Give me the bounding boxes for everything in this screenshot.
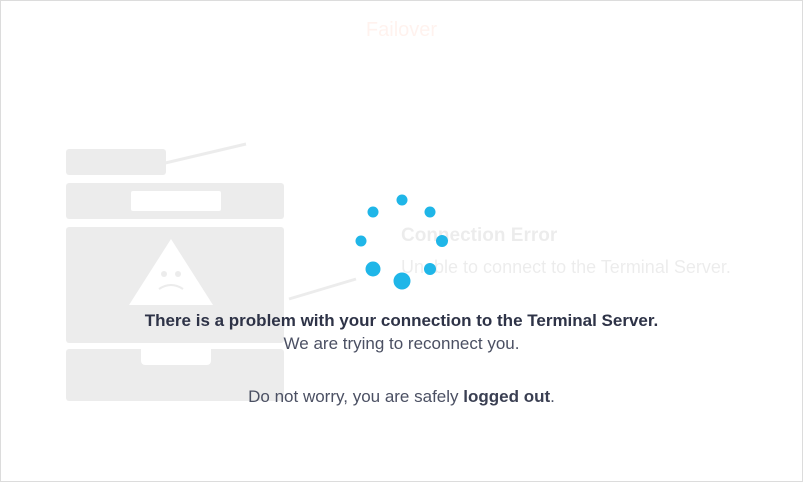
spinner-dot [367, 206, 379, 218]
spinner-dot [424, 206, 436, 218]
background-title: Failover [365, 19, 438, 41]
connection-problem-message: There is a problem with your connection … [144, 311, 659, 330]
dialog-frame: Failover Connection Error Unable to conn… [0, 0, 803, 482]
logged-out-emphasis: logged out [463, 387, 551, 406]
spinner-dot [365, 261, 381, 277]
spinner-dot [424, 263, 436, 275]
spinner-dot [436, 235, 448, 247]
server-warning-illustration [66, 142, 357, 401]
logged-out-prefix: Do not worry, you are safely [248, 387, 464, 406]
spinner-dot [355, 235, 367, 247]
logged-out-suffix: . [550, 387, 555, 406]
logged-out-message: Do not worry, you are safely logged out. [1, 387, 802, 407]
spinner-dot [396, 194, 408, 206]
loading-spinner-icon [355, 194, 448, 290]
spinner-dot [393, 272, 411, 290]
reconnect-message: We are trying to reconnect you. [283, 334, 520, 353]
